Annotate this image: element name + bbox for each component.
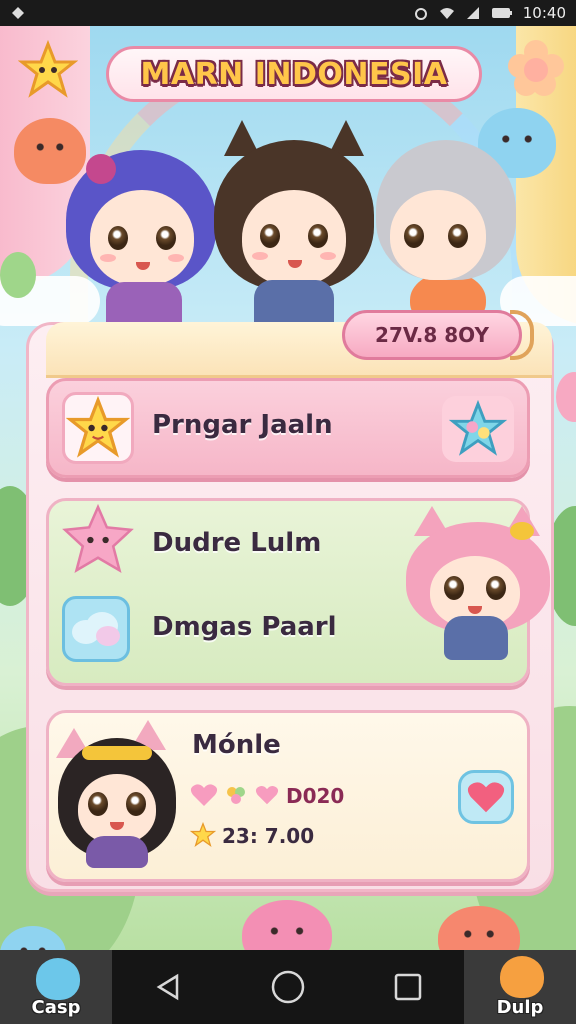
left-app-tab[interactable]: Casp	[0, 950, 112, 1024]
fox-creature-icon	[500, 956, 544, 998]
creature-decoration	[242, 900, 332, 950]
favorite-button[interactable]	[458, 770, 514, 824]
hearts-value: D020	[286, 784, 345, 808]
balloon-creature-icon	[36, 958, 80, 1000]
status-bar: 10:40	[0, 0, 576, 26]
signal-icon	[466, 7, 479, 19]
cloud-icon	[72, 612, 120, 646]
recents-button[interactable]	[386, 966, 430, 1008]
game-title: MARN INDONESIA	[106, 46, 482, 102]
menu-item-1-action[interactable]	[442, 396, 514, 462]
recents-icon	[394, 973, 422, 1001]
home-icon	[271, 970, 305, 1004]
heart-small-icon	[255, 786, 279, 805]
flower-icon	[62, 503, 134, 574]
ribbon-badge[interactable]: 27V.8 8OY	[342, 310, 522, 360]
menu-item-3-label: Dmgas Paarl	[152, 612, 337, 642]
alarm-icon	[414, 8, 427, 20]
stars-value: 23: 7.00	[222, 824, 315, 848]
rainbow-star-icon	[449, 400, 507, 456]
balloon-decoration	[556, 372, 576, 422]
back-button[interactable]	[146, 966, 190, 1008]
right-tab-label: Dulp	[496, 997, 544, 1018]
star-badge-icon	[18, 40, 78, 98]
back-icon	[156, 973, 179, 1001]
menu-item-1-icon-box	[62, 392, 134, 464]
balloon-decoration	[0, 252, 36, 298]
profile-name: Mónle	[192, 730, 281, 760]
wifi-icon	[439, 8, 454, 19]
character-silver	[370, 140, 520, 300]
heart-icon	[467, 782, 505, 813]
home-button[interactable]	[266, 966, 310, 1008]
character-pink	[400, 500, 556, 680]
menu-item-1-label: Prngar Jaaln	[152, 410, 333, 440]
heart-icon	[190, 784, 218, 806]
star-small-icon	[190, 822, 216, 848]
flower-badge-icon	[508, 40, 564, 96]
star-icon	[66, 396, 130, 458]
right-app-tab[interactable]: Dulp	[464, 950, 576, 1024]
menu-item-2-icon-box	[58, 502, 138, 578]
profile-avatar	[52, 718, 182, 872]
left-tab-label: Casp	[31, 997, 81, 1018]
status-time: 10:40	[522, 4, 566, 22]
app-notification-icon	[12, 7, 24, 19]
menu-item-2-label: Dudre Lulm	[152, 528, 322, 558]
battery-icon	[491, 8, 512, 18]
flower-small-icon	[227, 787, 245, 804]
menu-item-3-icon-box	[62, 596, 130, 662]
